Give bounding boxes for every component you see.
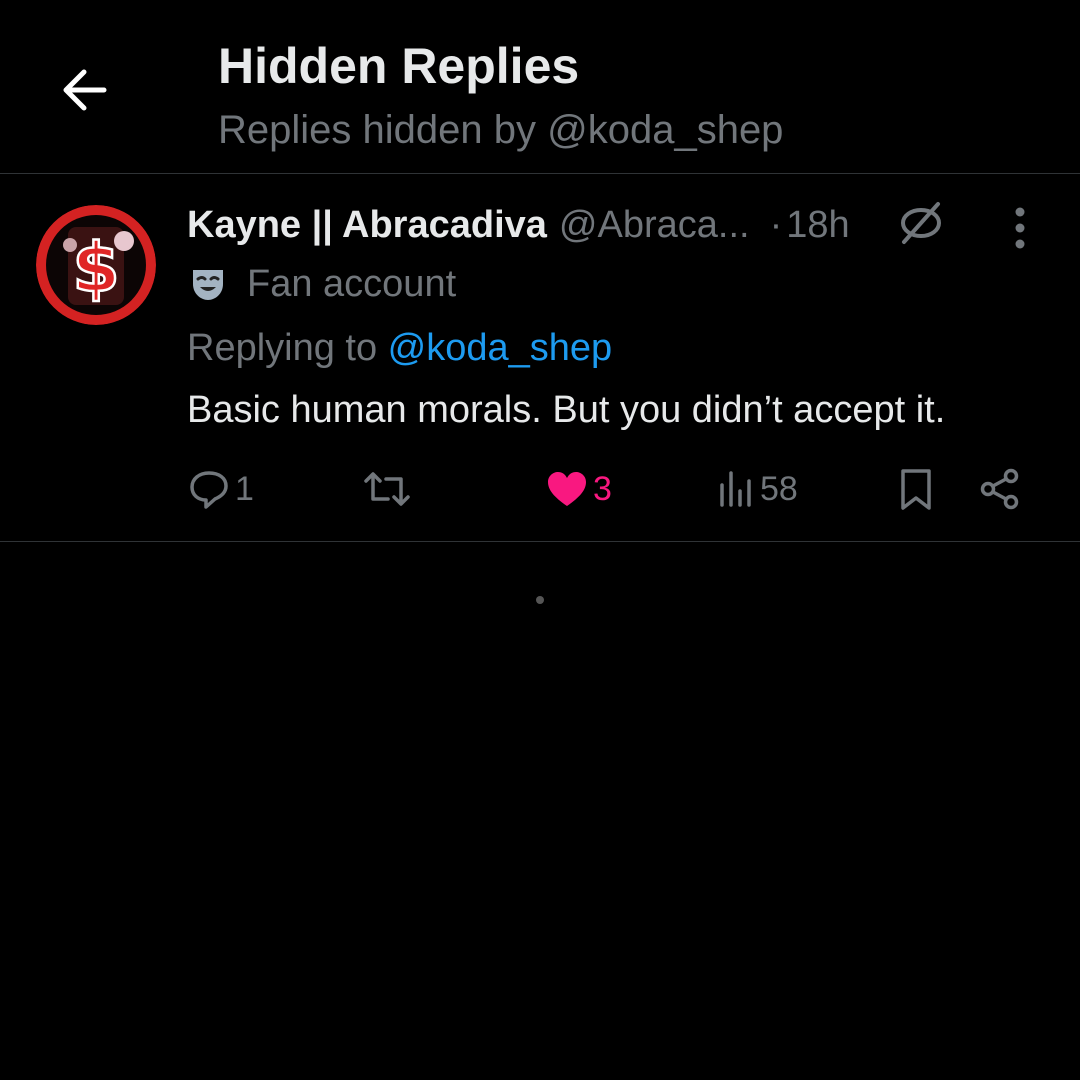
display-name[interactable]: Kayne || Abracadiva (187, 204, 547, 247)
back-button[interactable] (52, 58, 116, 122)
bookmark-button[interactable] (896, 464, 936, 514)
user-handle[interactable]: @Abraca... (559, 204, 750, 247)
tweet-header: Kayne || Abracadiva @Abraca... · 18h (187, 200, 850, 250)
avatar-image: $ (36, 205, 156, 325)
more-vertical-icon (1015, 207, 1025, 249)
top-app-bar: Hidden Replies Replies hidden by @koda_s… (0, 0, 1080, 174)
heart-icon (548, 472, 586, 506)
account-label[interactable]: Fan account (187, 260, 456, 308)
hidden-reply-icon[interactable] (894, 196, 948, 250)
timestamp[interactable]: 18h (786, 204, 849, 247)
separator-dot: · (769, 203, 783, 246)
share-button[interactable] (978, 464, 1022, 514)
account-label-text: Fan account (247, 262, 457, 305)
more-options-button[interactable] (996, 204, 1044, 252)
bookmark-icon (901, 469, 931, 510)
replying-to: Replying to @koda_shep (187, 324, 612, 372)
page-title: Hidden Replies (218, 38, 580, 94)
tweet-text: Basic human morals. But you didn’t accep… (187, 389, 946, 431)
loading-indicator (536, 596, 544, 604)
reply-button[interactable]: 1 (187, 464, 254, 514)
like-button[interactable]: 3 (545, 464, 612, 514)
svg-text:$: $ (72, 229, 119, 308)
reply-icon (190, 471, 228, 509)
retweet-icon (364, 472, 410, 506)
tweet-actions: 1 3 58 (0, 464, 1080, 514)
views-button[interactable]: 58 (716, 464, 798, 514)
avatar[interactable]: $ (36, 205, 156, 325)
views-bar-chart-icon (720, 471, 751, 507)
retweet-button[interactable] (362, 464, 416, 514)
replying-to-prefix: Replying to (187, 327, 388, 369)
replying-to-mention[interactable]: @koda_shep (388, 327, 613, 369)
share-icon (980, 468, 1019, 510)
views-count: 58 (760, 469, 798, 508)
arrow-left-icon (63, 69, 107, 111)
like-count: 3 (593, 469, 612, 508)
theater-mask-icon (187, 263, 229, 305)
page-subtitle: Replies hidden by @koda_shep (218, 108, 784, 152)
hidden-reply-tweet[interactable]: $ Kayne || Abracadiva @Abraca... · 18h F… (0, 174, 1080, 542)
hidden-replies-screen: Hidden Replies Replies hidden by @koda_s… (0, 0, 1080, 1080)
reply-count: 1 (235, 469, 254, 508)
